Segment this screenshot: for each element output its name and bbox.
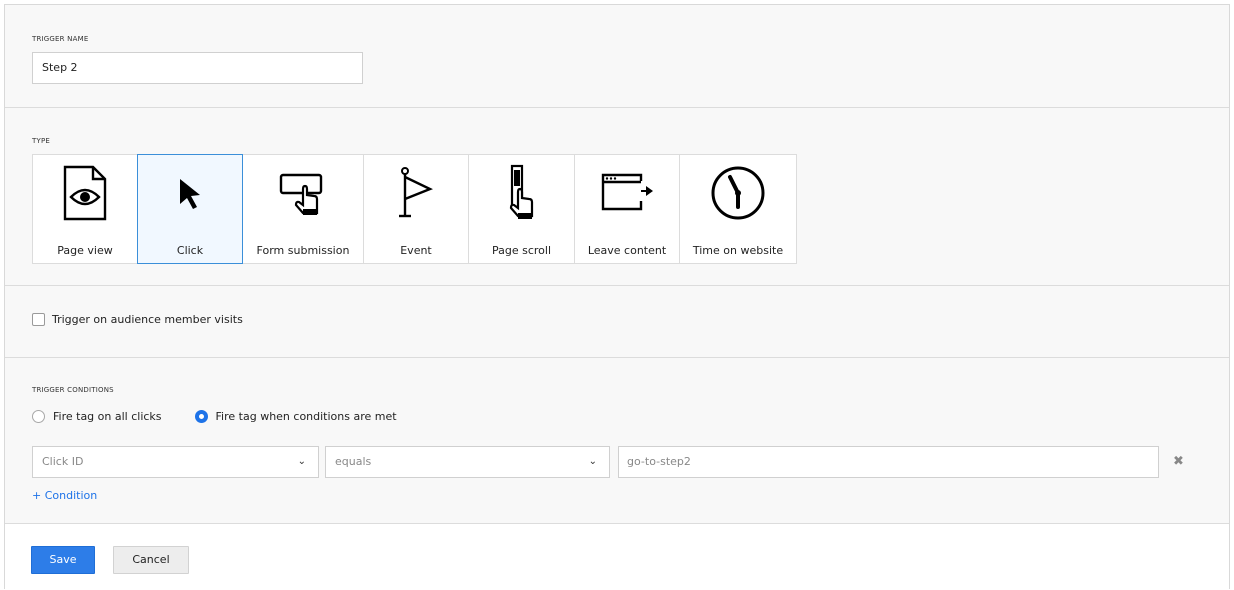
type-option-label: Time on website — [692, 244, 784, 257]
page-view-icon — [33, 165, 137, 221]
radio-all-clicks[interactable] — [32, 410, 45, 423]
radio-all-clicks-label[interactable]: Fire tag on all clicks — [53, 410, 162, 423]
type-option-label: Event — [400, 244, 432, 257]
cursor-icon — [138, 165, 242, 221]
scroll-icon — [469, 164, 574, 221]
audience-checkbox[interactable] — [32, 313, 45, 326]
audience-checkbox-row[interactable]: Trigger on audience member visits — [32, 313, 243, 326]
trigger-conditions-label: TRIGGER CONDITIONS — [32, 386, 114, 394]
flag-icon — [364, 165, 468, 221]
audience-section: Trigger on audience member visits — [5, 286, 1229, 358]
leave-content-icon — [575, 165, 679, 221]
type-option-label: Leave content — [587, 244, 667, 257]
fire-mode-radio-group: Fire tag on all clicks Fire tag when con… — [32, 410, 430, 423]
condition-operator-select[interactable]: equals ⌄ — [325, 446, 610, 478]
radio-conditions-met-label[interactable]: Fire tag when conditions are met — [216, 410, 397, 423]
cancel-button[interactable]: Cancel — [113, 546, 189, 574]
type-option-label: Page view — [57, 244, 113, 257]
type-option-label: Page scroll — [491, 244, 552, 257]
condition-field-select[interactable]: Click ID ⌄ — [32, 446, 319, 478]
trigger-conditions-section: TRIGGER CONDITIONS Fire tag on all click… — [5, 358, 1229, 524]
condition-operator-value: equals — [335, 455, 372, 468]
type-options: Page view Click Form submission Event Pa… — [32, 154, 797, 264]
type-option-page-scroll[interactable]: Page scroll — [468, 154, 575, 264]
radio-conditions-met[interactable] — [194, 410, 208, 423]
save-button[interactable]: Save — [31, 546, 95, 574]
type-option-label: Form submission — [256, 244, 350, 257]
trigger-name-label: TRIGGER NAME — [32, 35, 89, 43]
condition-field-value: Click ID — [42, 455, 84, 468]
trigger-name-input[interactable]: Step 2 — [32, 52, 363, 84]
type-option-click[interactable]: Click — [137, 154, 243, 264]
add-condition-link[interactable]: + Condition — [32, 489, 97, 502]
chevron-down-icon: ⌄ — [588, 456, 597, 467]
type-option-form-submission[interactable]: Form submission — [242, 154, 364, 264]
trigger-editor-panel: TRIGGER NAME Step 2 TYPE Page view Click… — [4, 4, 1230, 589]
type-option-label: Click — [176, 244, 204, 257]
type-option-page-view[interactable]: Page view — [32, 154, 138, 264]
trigger-name-section: TRIGGER NAME Step 2 — [5, 5, 1229, 108]
footer-actions: Save Cancel — [5, 524, 1229, 589]
condition-value-input[interactable]: go-to-step2 — [618, 446, 1159, 478]
chevron-down-icon: ⌄ — [297, 456, 306, 467]
type-option-time-on-website[interactable]: Time on website — [679, 154, 797, 264]
audience-checkbox-label[interactable]: Trigger on audience member visits — [52, 313, 243, 326]
form-submission-icon — [243, 165, 363, 221]
type-option-leave-content[interactable]: Leave content — [574, 154, 680, 264]
type-option-event[interactable]: Event — [363, 154, 469, 264]
type-label: TYPE — [32, 137, 50, 145]
clock-icon — [680, 165, 796, 221]
remove-condition-icon[interactable]: ✖ — [1173, 454, 1184, 469]
type-section: TYPE Page view Click Form submission Eve… — [5, 108, 1229, 286]
